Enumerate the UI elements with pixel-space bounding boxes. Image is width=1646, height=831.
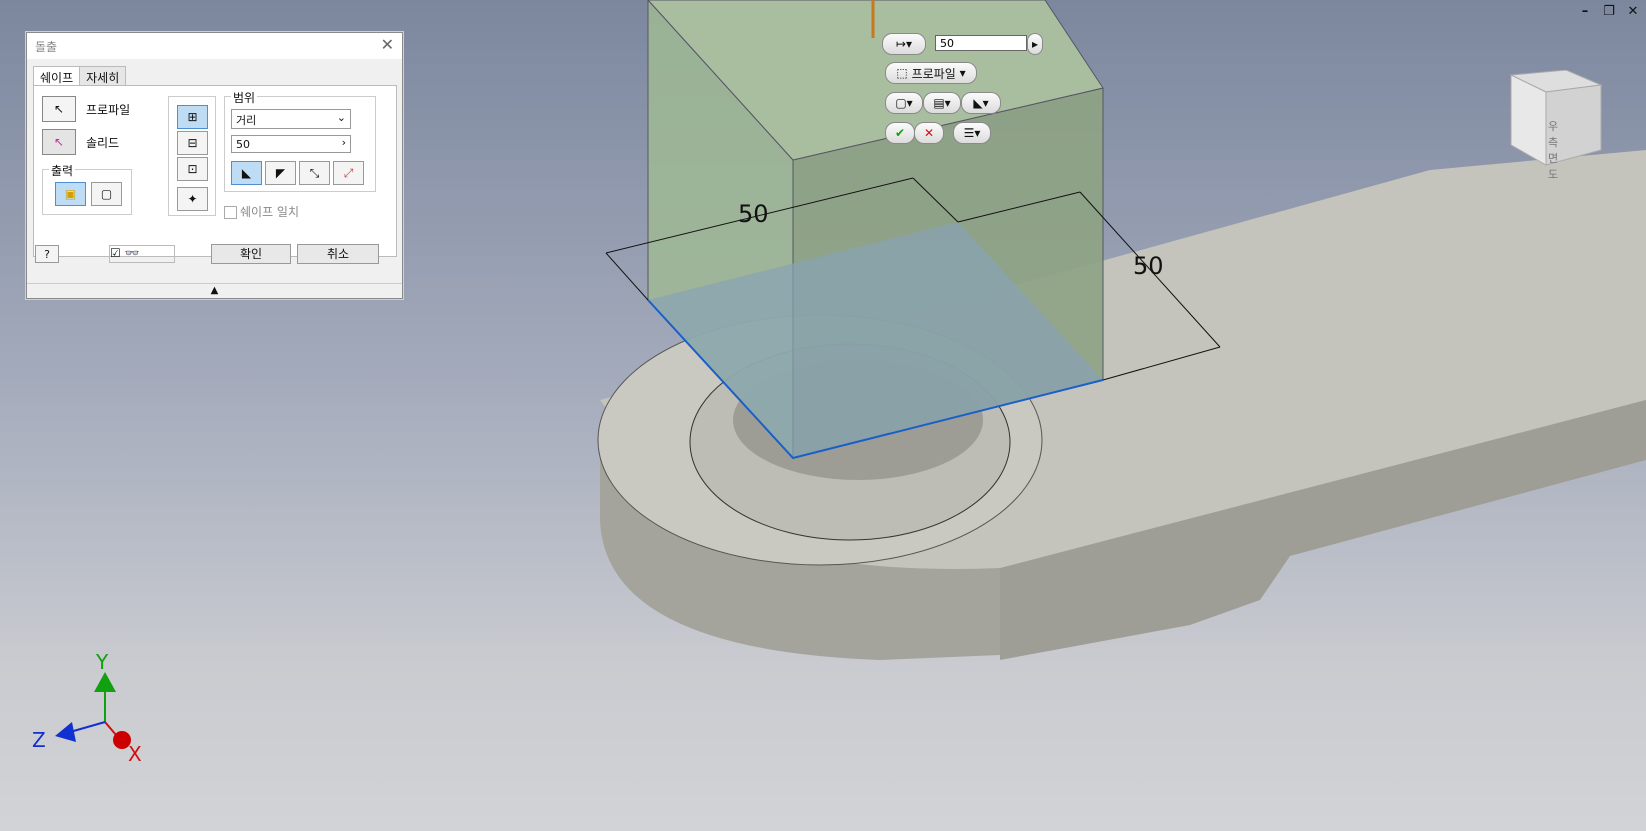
match-shape-checkbox[interactable] <box>224 206 237 219</box>
output-surface-button[interactable]: ▢ <box>91 182 122 206</box>
output-solid-button[interactable]: ▣ <box>55 182 86 206</box>
viewcube-face-label[interactable]: 우측면도 <box>1548 118 1558 182</box>
mini-output-dropdown[interactable]: ▢▾ <box>885 92 923 114</box>
intersect-button[interactable]: ⊡ <box>177 157 208 181</box>
direction-flip-button[interactable]: ◤ <box>265 161 296 185</box>
direction-asymmetric-icon: ⤢ <box>343 165 354 180</box>
profile-label: 프로파일 <box>86 103 131 117</box>
shape-panel: ↖ 프로파일 ↖ 솔리드 출력 ▣ ▢ ⊞ ⊟ ⊡ ✦ 범위 거리 ⌄ 50 ›… <box>33 85 397 257</box>
chevron-right-icon: › <box>341 136 346 149</box>
axis-y-label: Y <box>96 650 109 674</box>
mini-profile-label: 프로파일 <box>911 66 956 81</box>
axis-z-arrow <box>55 722 76 742</box>
surface-cube-icon: ▢ <box>100 187 113 201</box>
mini-distance-dropdown[interactable]: ↦▾ <box>882 33 926 55</box>
output-label: 출력 <box>49 162 76 179</box>
dimension-value-1[interactable]: 50 <box>738 200 769 228</box>
preview-toggle[interactable]: ☑ 👓 <box>109 245 175 263</box>
window-controls: – ❐ ✕ <box>1578 4 1640 19</box>
direction-flip-icon: ◤ <box>275 166 286 180</box>
help-button[interactable]: ? <box>35 245 59 263</box>
cut-button[interactable]: ⊟ <box>177 131 208 155</box>
mini-operation-dropdown[interactable]: ◣▾ <box>961 92 1001 114</box>
help-icon: ? <box>44 247 50 261</box>
direction-default-icon: ◣ <box>241 166 252 180</box>
match-shape-label: 쉐이프 일치 <box>240 205 300 219</box>
direction-asymmetric-button[interactable]: ⤢ <box>333 161 364 185</box>
solid-label: 솔리드 <box>86 136 120 150</box>
solid-cube-icon: ▣ <box>64 187 77 201</box>
axis-x-label: X <box>128 742 142 766</box>
cut-icon: ⊟ <box>187 136 198 150</box>
cursor-icon: ↖ <box>53 102 65 116</box>
mini-options-dropdown[interactable]: ☰▾ <box>953 122 991 144</box>
mini-ok-button[interactable]: ✔ <box>885 122 915 144</box>
extrude-dialog: 돌출 ✕ 쉐이프 자세히 ↖ 프로파일 ↖ 솔리드 출력 ▣ ▢ ⊞ ⊟ ⊡ ✦ <box>26 32 403 299</box>
chevron-down-icon: ⌄ <box>336 111 346 124</box>
solid-select-button[interactable]: ↖ <box>42 129 76 155</box>
axis-z-label: Z <box>32 728 46 752</box>
profile-select-button[interactable]: ↖ <box>42 96 76 122</box>
output-group: 출력 ▣ ▢ <box>42 162 132 215</box>
direction-symmetric-icon: ⤡ <box>309 165 320 180</box>
distance-input[interactable]: 50 › <box>231 135 351 153</box>
triangle-up-icon: ▲ <box>210 285 219 296</box>
cancel-button[interactable]: 취소 <box>297 244 379 264</box>
profile-select-icon: ⬚ <box>896 66 908 80</box>
restore-icon[interactable]: ❐ <box>1602 4 1616 19</box>
mini-distance-arrow[interactable]: ▸ <box>1027 33 1043 55</box>
axis-y-arrow <box>94 672 116 692</box>
mini-distance-input[interactable]: 50 <box>935 35 1027 51</box>
collapse-toggle[interactable]: ▲ <box>27 283 402 298</box>
axis-z-line <box>69 721 106 733</box>
ok-button[interactable]: 확인 <box>211 244 291 264</box>
minimize-icon[interactable]: – <box>1578 4 1592 19</box>
new-solid-button[interactable]: ✦ <box>177 187 208 211</box>
extents-label: 범위 <box>231 89 258 106</box>
extent-type-value: 거리 <box>236 114 257 127</box>
dialog-titlebar[interactable]: 돌출 ✕ <box>27 33 402 59</box>
mini-profile-button[interactable]: ⬚ 프로파일 ▾ <box>885 62 977 84</box>
dialog-close-icon[interactable]: ✕ <box>381 35 394 54</box>
mini-direction-dropdown[interactable]: ▤▾ <box>923 92 961 114</box>
solid-cursor-icon: ↖ <box>53 135 65 149</box>
direction-default-button[interactable]: ◣ <box>231 161 262 185</box>
extent-type-select[interactable]: 거리 ⌄ <box>231 109 351 129</box>
extents-group: 범위 거리 ⌄ 50 › ◣ ◤ ⤡ ⤢ <box>224 89 376 192</box>
distance-value: 50 <box>236 138 250 151</box>
new-solid-icon: ✦ <box>187 192 198 206</box>
close-window-icon[interactable]: ✕ <box>1626 4 1640 19</box>
mini-cancel-button[interactable]: ✕ <box>914 122 944 144</box>
join-icon: ⊞ <box>187 110 198 124</box>
glasses-icon: 👓 <box>124 246 140 260</box>
direction-symmetric-button[interactable]: ⤡ <box>299 161 330 185</box>
dimension-ext-1a <box>605 252 649 301</box>
operation-group: ⊞ ⊟ ⊡ ✦ <box>168 96 216 216</box>
dimension-value-2[interactable]: 50 <box>1133 252 1164 280</box>
intersect-icon: ⊡ <box>187 162 198 176</box>
dialog-title: 돌출 <box>35 40 58 54</box>
join-button[interactable]: ⊞ <box>177 105 208 129</box>
